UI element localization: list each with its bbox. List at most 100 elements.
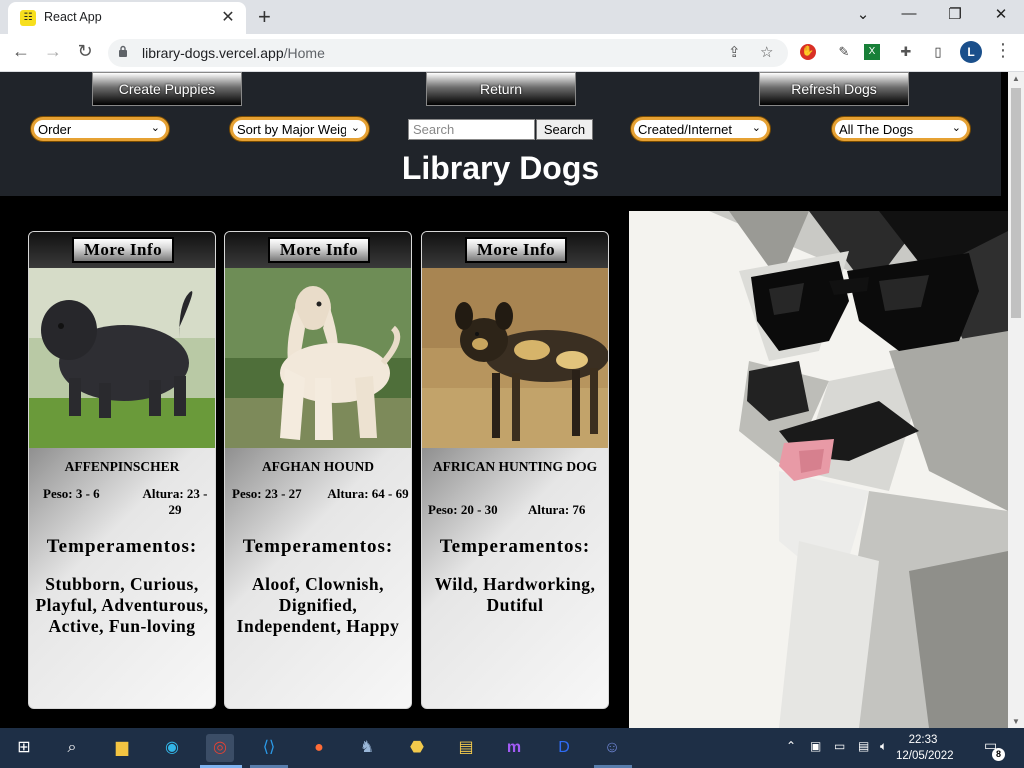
temperaments-list: Stubborn, Curious, Playful, Adventurous,… bbox=[35, 574, 209, 636]
weight-sort-select[interactable]: Sort by Major Weight ⌄ bbox=[230, 117, 369, 141]
file-explorer-icon[interactable]: ▆ bbox=[108, 734, 136, 762]
sheets-extension-icon[interactable]: X bbox=[864, 44, 880, 60]
temperaments-list: Wild, Hardworking, Dutiful bbox=[434, 574, 596, 615]
temperaments-heading: Temperamentos: bbox=[46, 536, 198, 557]
profile-avatar[interactable]: L bbox=[960, 41, 982, 63]
order-select-value: Order bbox=[38, 122, 72, 137]
search-icon[interactable]: ⌕ bbox=[58, 734, 86, 762]
browser-tab[interactable]: ☷ React App ✕ bbox=[8, 2, 246, 34]
app-header: Create Puppies Return Refresh Dogs Order… bbox=[0, 72, 1001, 196]
display-tray-icon[interactable]: ▭ bbox=[834, 739, 845, 753]
tray-chevron-up-icon[interactable]: ⌃ bbox=[786, 739, 796, 753]
scrollbar-thumb[interactable] bbox=[1011, 88, 1021, 318]
more-info-button[interactable]: More Info bbox=[465, 237, 567, 263]
python-file-icon[interactable]: ▤ bbox=[452, 734, 480, 762]
dog-weight: Peso: 3 - 6 bbox=[43, 486, 100, 501]
new-tab-icon[interactable]: + bbox=[258, 4, 271, 30]
dog-card: More Info AFFENPINSCHER Peso: 3 - 6 Altu… bbox=[28, 231, 216, 709]
network-tray-icon[interactable]: ▤ bbox=[858, 739, 869, 753]
disney-plus-icon[interactable]: D bbox=[550, 734, 578, 762]
dog-name: AFRICAN HUNTING DOG bbox=[432, 459, 598, 474]
tab-search-chevron-icon[interactable]: ⌄ bbox=[851, 5, 875, 23]
postman-icon[interactable]: ● bbox=[305, 734, 333, 762]
side-panel-icon[interactable]: ▯ bbox=[928, 42, 948, 62]
temperaments-heading: Temperamentos: bbox=[242, 536, 394, 557]
black-shaggy-dog-photo-icon bbox=[29, 268, 215, 448]
url-path: /Home bbox=[283, 45, 325, 61]
volume-icon[interactable]: 🔈︎ bbox=[880, 739, 887, 754]
page-scrollbar[interactable]: ▲ ▼ bbox=[1008, 72, 1024, 728]
vscode-icon[interactable]: ⟨⟩ bbox=[255, 734, 283, 762]
dog-card: More Info AFGHAN HOUND Peso: 23 - 27 Alt… bbox=[224, 231, 412, 709]
clock-date: 12/05/2022 bbox=[896, 750, 954, 762]
url-host: library-dogs.vercel.app bbox=[142, 45, 284, 61]
origin-filter-select-value: Created/Internet bbox=[638, 122, 732, 137]
page-viewport: Create Puppies Return Refresh Dogs Order… bbox=[0, 72, 1008, 728]
temperaments-heading: Temperamentos: bbox=[439, 536, 591, 557]
back-arrow-icon[interactable]: ← bbox=[10, 41, 32, 62]
windows-taskbar: ⊞ ⌕ ▆ ◉ ◎ ⟨⟩ ● ♞ ⬣ ▤ m D ☺ ⌃ ▣ ▭ ▤ 🔈︎ 22… bbox=[0, 728, 1024, 768]
close-window-icon[interactable]: ✕ bbox=[989, 5, 1013, 23]
tab-title: React App bbox=[44, 10, 102, 24]
dog-height: Altura: 64 - 69 bbox=[327, 486, 409, 501]
discord-icon[interactable]: ☺ bbox=[598, 734, 626, 762]
python-idle-icon[interactable]: ⬣ bbox=[403, 734, 431, 762]
bookmark-star-icon[interactable]: ☆ bbox=[760, 43, 773, 61]
adblock-extension-icon[interactable]: ✋ bbox=[800, 44, 816, 60]
dog-photo bbox=[29, 268, 215, 448]
address-bar[interactable]: library-dogs.vercel.app/Home ⇪ ☆ bbox=[108, 39, 788, 67]
restore-window-icon[interactable]: ❐ bbox=[943, 5, 967, 23]
african-wild-dog-photo-icon bbox=[422, 268, 608, 448]
close-tab-icon[interactable]: ✕ bbox=[218, 7, 238, 27]
dog-name: AFGHAN HOUND bbox=[261, 459, 375, 474]
dog-name: AFFENPINSCHER bbox=[64, 459, 180, 474]
react-app-favicon-icon: ☷ bbox=[20, 10, 36, 26]
search-button[interactable]: Search bbox=[536, 119, 593, 140]
temperament-filter-select[interactable]: All The Dogs ⌄ bbox=[832, 117, 970, 141]
page-title: Library Dogs bbox=[401, 150, 600, 186]
clock-time: 22:33 bbox=[908, 734, 938, 746]
share-icon[interactable]: ⇪ bbox=[728, 43, 741, 61]
postgresql-icon[interactable]: ♞ bbox=[353, 734, 381, 762]
low-poly-dog-sunglasses-image bbox=[629, 211, 1008, 728]
create-puppies-button[interactable]: Create Puppies bbox=[92, 72, 242, 106]
more-info-button[interactable]: More Info bbox=[268, 237, 370, 263]
chevron-down-icon: ⌄ bbox=[751, 122, 761, 134]
forward-arrow-icon[interactable]: → bbox=[42, 41, 64, 62]
minimize-window-icon[interactable]: — bbox=[897, 5, 921, 22]
reload-icon[interactable]: ↻ bbox=[74, 41, 96, 62]
order-select[interactable]: Order ⌄ bbox=[31, 117, 169, 141]
scroll-down-arrow-icon[interactable]: ▼ bbox=[1012, 717, 1020, 726]
more-info-button[interactable]: More Info bbox=[72, 237, 174, 263]
notification-count-badge: 8 bbox=[992, 748, 1005, 761]
temperament-filter-select-value: All The Dogs bbox=[839, 122, 914, 137]
camera-tray-icon[interactable]: ▣ bbox=[810, 739, 821, 753]
taskbar-clock[interactable]: 22:33 12/05/2022 bbox=[896, 732, 954, 764]
browser-tab-strip: ☷ React App ✕ + ⌄ — ❐ ✕ bbox=[0, 0, 1024, 34]
browser-toolbar: ← → ↻ library-dogs.vercel.app/Home ⇪ ☆ ✋… bbox=[0, 34, 1024, 72]
windows-start-icon[interactable]: ⊞ bbox=[10, 734, 38, 762]
return-button[interactable]: Return bbox=[426, 72, 576, 106]
temperaments-list: Aloof, Clownish, Dignified, Independent,… bbox=[236, 574, 400, 636]
extensions-puzzle-icon[interactable]: ✚ bbox=[896, 42, 916, 62]
chrome-browser-icon[interactable]: ◎ bbox=[206, 734, 234, 762]
edge-browser-icon[interactable]: ◉ bbox=[158, 734, 186, 762]
lock-icon bbox=[119, 45, 127, 57]
refresh-dogs-button[interactable]: Refresh Dogs bbox=[759, 72, 909, 106]
weight-sort-select-value: Sort by Major Weight bbox=[237, 122, 346, 137]
devtools-extension-icon[interactable]: ✎ bbox=[834, 42, 854, 62]
dog-height: Altura: 23 - 29 bbox=[142, 486, 208, 517]
menu-kebab-icon[interactable]: ⋮ bbox=[994, 40, 1012, 61]
dog-weight: Peso: 20 - 30 bbox=[428, 502, 498, 517]
dog-height: Altura: 76 bbox=[528, 502, 586, 517]
scroll-up-arrow-icon[interactable]: ▲ bbox=[1012, 74, 1020, 83]
dog-photo bbox=[422, 268, 608, 448]
origin-filter-select[interactable]: Created/Internet ⌄ bbox=[631, 117, 770, 141]
search-input[interactable]: Search bbox=[408, 119, 535, 140]
chevron-down-icon: ⌄ bbox=[951, 122, 961, 134]
afghan-hound-photo-icon bbox=[225, 268, 411, 448]
dog-card: More Info AFRICAN HUNTING DOG Peso: 20 -… bbox=[421, 231, 609, 709]
chevron-down-icon: ⌄ bbox=[150, 122, 160, 134]
app-m-icon[interactable]: m bbox=[500, 734, 528, 762]
dog-photo bbox=[225, 268, 411, 448]
